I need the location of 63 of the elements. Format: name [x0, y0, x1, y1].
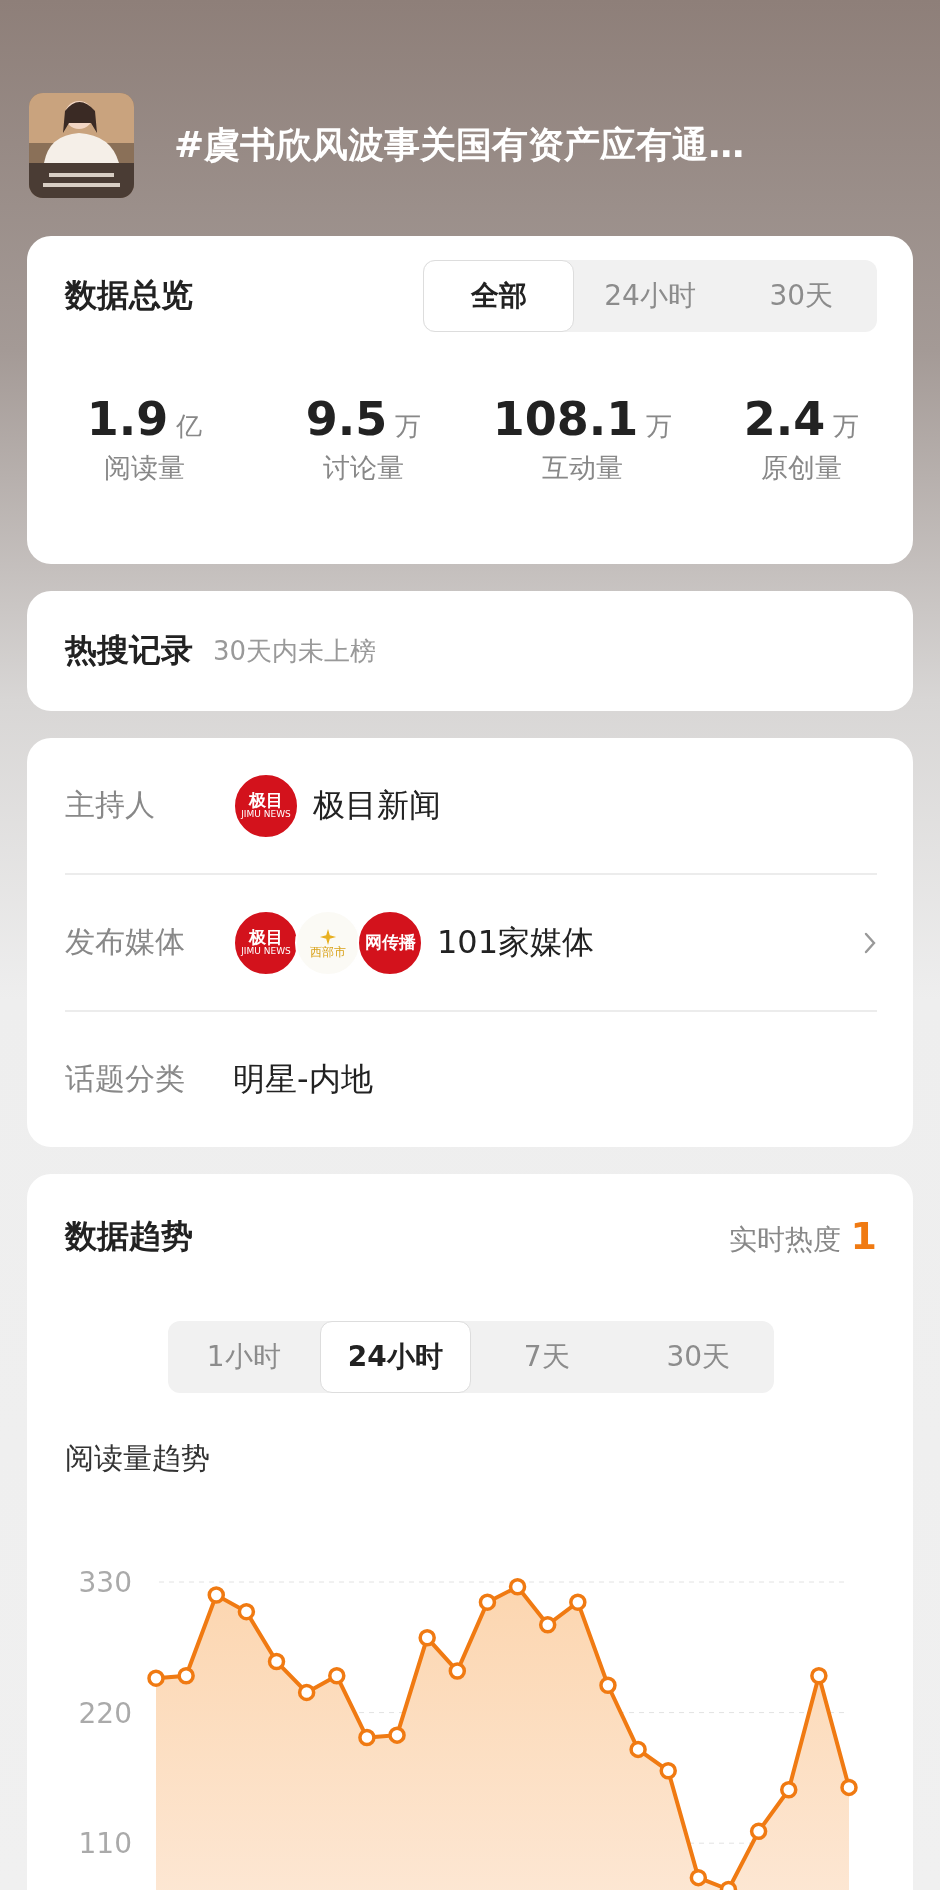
data-point: [147, 1669, 165, 1687]
stat-unit: 亿: [176, 410, 203, 443]
data-point: [749, 1822, 768, 1841]
tab[interactable]: 24小时: [574, 260, 726, 332]
data-point: [207, 1586, 225, 1604]
tab[interactable]: 30天: [622, 1321, 774, 1393]
stat-label: 互动量: [542, 451, 623, 485]
media-logo: 网传播: [357, 909, 423, 976]
data-point: [358, 1728, 376, 1747]
data-point: [237, 1602, 256, 1621]
data-point: [177, 1667, 195, 1685]
card-title: 热搜记录: [65, 630, 193, 671]
data-point: [388, 1726, 406, 1744]
axis-tick-label: 220: [78, 1696, 132, 1730]
axis-tick-label: 330: [78, 1566, 132, 1599]
data-point: [448, 1662, 467, 1680]
media-logo: 极目 JIMU NEWS: [233, 909, 299, 976]
tab[interactable]: 24小时: [319, 1321, 471, 1393]
stat-unit: 万: [395, 410, 422, 443]
data-point: [659, 1762, 677, 1780]
stat-value: 108.1: [492, 392, 639, 446]
axis-tick-label: 110: [78, 1827, 132, 1861]
data-point: [328, 1667, 346, 1685]
stat-value: 1.9: [86, 392, 169, 446]
info-label: 发布媒体: [65, 923, 186, 961]
data-point: [689, 1868, 708, 1887]
data-point: [418, 1629, 436, 1647]
topic-title: #虞书欣风波事关国有资产应有通…: [174, 123, 745, 167]
info-value: 极目新闻: [313, 784, 441, 826]
data-point: [840, 1778, 858, 1797]
stat-value: 9.5: [305, 392, 388, 446]
stat-label: 讨论量: [323, 451, 404, 485]
data-point: [569, 1593, 587, 1611]
heat-label: 实时热度: [728, 1222, 841, 1258]
info-label: 话题分类: [65, 1060, 186, 1098]
chart-title: 阅读量趋势: [65, 1440, 211, 1477]
media-count[interactable]: 101家媒体: [437, 920, 595, 965]
stat-unit: 万: [646, 410, 673, 443]
stat-value: 2.4: [743, 392, 826, 446]
tab[interactable]: 30天: [725, 260, 877, 332]
heat-value: 1: [850, 1214, 877, 1258]
info-label: 主持人: [65, 786, 156, 824]
data-point: [780, 1781, 798, 1799]
stat-unit: 万: [833, 410, 860, 443]
data-point: [267, 1652, 286, 1671]
tab[interactable]: 7天: [471, 1321, 623, 1393]
media-logo: 极目 JIMU NEWS: [233, 772, 299, 839]
stat-label: 原创量: [761, 451, 842, 485]
data-point: [599, 1676, 617, 1695]
hot-search-note: 30天内未上榜: [213, 634, 377, 668]
stat-label: 阅读量: [104, 451, 185, 485]
data-point: [538, 1616, 557, 1634]
data-point: [297, 1683, 316, 1702]
data-point: [508, 1578, 527, 1596]
card-title: 数据总览: [65, 275, 193, 316]
media-logo: 西部市: [295, 909, 361, 976]
info-value: 明星-内地: [233, 1058, 373, 1100]
tab[interactable]: 1小时: [168, 1321, 320, 1393]
card-title: 数据趋势: [65, 1215, 193, 1257]
data-point: [810, 1667, 828, 1685]
data-point: [629, 1740, 647, 1759]
data-point: [478, 1593, 497, 1611]
tab[interactable]: 全部: [423, 260, 575, 332]
